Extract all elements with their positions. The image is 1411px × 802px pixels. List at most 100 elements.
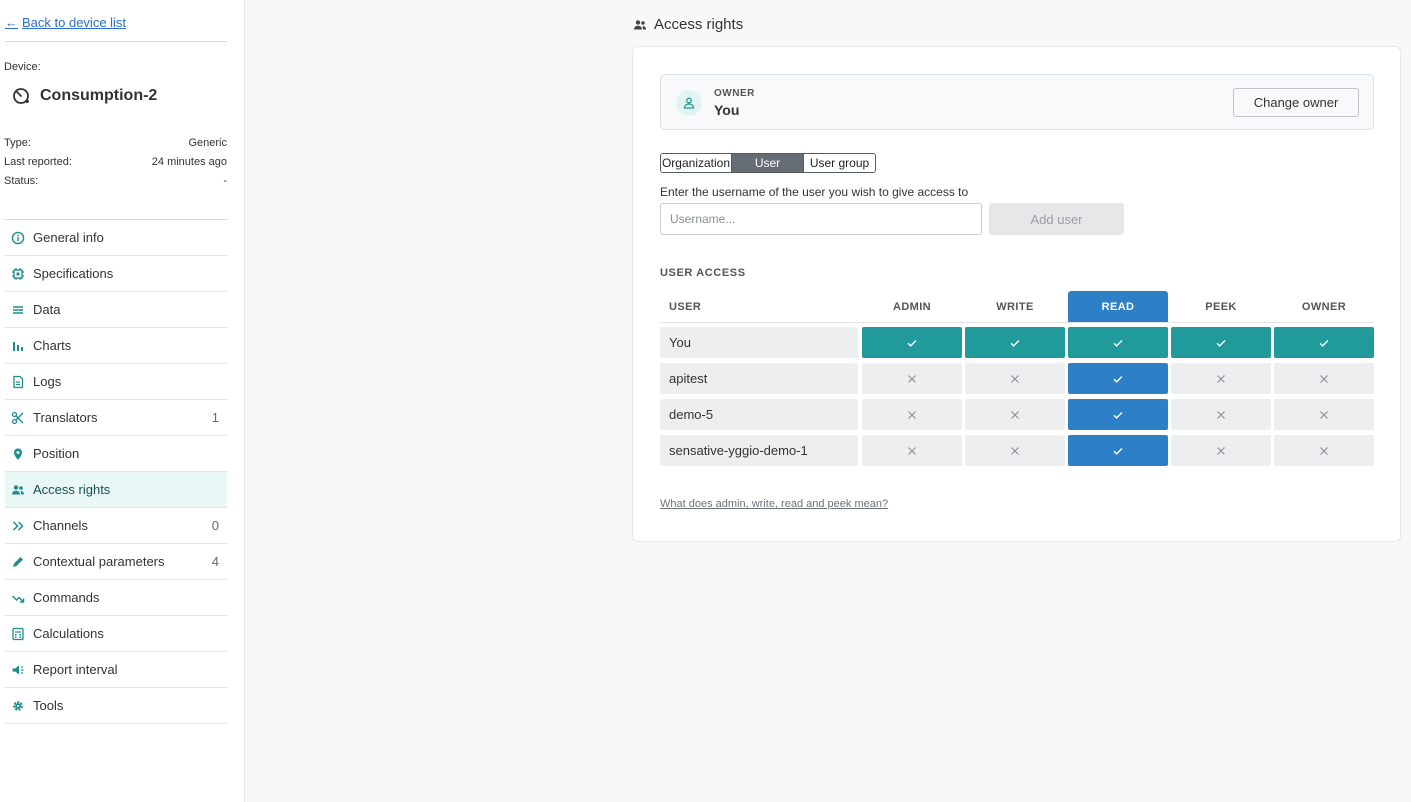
close-icon xyxy=(907,446,917,456)
close-icon xyxy=(1216,446,1226,456)
sidebar-nav: General info Specifications Data Charts … xyxy=(5,220,227,724)
sidebar-item-charts[interactable]: Charts xyxy=(5,328,227,364)
back-to-device-list-link[interactable]: ← Back to device list xyxy=(5,15,126,30)
device-name: Consumption-2 xyxy=(40,87,158,104)
check-icon xyxy=(1112,445,1124,457)
permission-cell-write[interactable] xyxy=(965,435,1065,466)
scissors-icon xyxy=(11,411,25,425)
meta-status-label: Status: xyxy=(4,175,39,187)
permission-cell-read[interactable] xyxy=(1068,363,1168,394)
sidebar-item-access-rights[interactable]: Access rights xyxy=(5,472,227,508)
check-icon xyxy=(1112,337,1124,349)
users-icon xyxy=(634,19,646,29)
owner-value: You xyxy=(714,102,740,118)
username-input[interactable] xyxy=(660,203,982,235)
check-icon xyxy=(906,337,918,349)
close-icon xyxy=(1010,374,1020,384)
permission-cell-owner[interactable] xyxy=(1274,399,1374,430)
permission-cell-owner[interactable] xyxy=(1274,435,1374,466)
sidebar-item-contextual-parameters[interactable]: Contextual parameters 4 xyxy=(5,544,227,580)
add-user-button[interactable]: Add user xyxy=(989,203,1124,235)
permission-cell-peek[interactable] xyxy=(1171,435,1271,466)
sidebar-item-report-interval[interactable]: Report interval xyxy=(5,652,227,688)
sidebar-item-count: 1 xyxy=(211,410,219,425)
column-header-owner: OWNER xyxy=(1301,300,1347,313)
permission-cell-peek[interactable] xyxy=(1171,363,1271,394)
sidebar-item-label: Access rights xyxy=(33,482,111,497)
trend-arrow-icon xyxy=(11,591,25,605)
sidebar-item-specifications[interactable]: Specifications xyxy=(5,256,227,292)
segment-user-group[interactable]: User group xyxy=(803,154,875,172)
permission-cell-peek[interactable] xyxy=(1171,399,1271,430)
table-row-user: sensative-yggio-demo-1 xyxy=(660,435,858,466)
meta-last-reported-value: 24 minutes ago xyxy=(151,156,227,168)
table-row-user: demo-5 xyxy=(660,399,858,430)
header-divider xyxy=(660,322,1374,323)
sidebar-item-position[interactable]: Position xyxy=(5,436,227,472)
document-icon xyxy=(11,375,25,389)
gauge-icon xyxy=(13,88,29,104)
username-hint: Enter the username of the user you wish … xyxy=(660,185,969,199)
meta-last-reported-label: Last reported: xyxy=(4,156,72,168)
lines-icon xyxy=(11,303,25,317)
permission-cell-read[interactable] xyxy=(1068,435,1168,466)
column-header-user: USER xyxy=(669,300,702,313)
segment-organization[interactable]: Organization xyxy=(661,154,732,172)
sidebar-item-label: Commands xyxy=(33,590,100,605)
sidebar-item-label: Contextual parameters xyxy=(33,554,165,569)
meta-type-value: Generic xyxy=(188,137,227,149)
access-rights-card: OWNER You Change owner Organization User… xyxy=(632,46,1401,542)
column-header-peek: PEEK xyxy=(1205,300,1237,313)
segment-user[interactable]: User xyxy=(732,154,803,172)
permission-cell-write[interactable] xyxy=(965,363,1065,394)
permission-cell-owner[interactable] xyxy=(1274,363,1374,394)
permission-cell-read[interactable] xyxy=(1068,399,1168,430)
permission-cell-admin[interactable] xyxy=(862,399,962,430)
sidebar-item-calculations[interactable]: Calculations xyxy=(5,616,227,652)
sidebar-item-label: Tools xyxy=(33,698,64,713)
column-header-write: WRITE xyxy=(996,300,1034,313)
permission-cell-admin[interactable] xyxy=(862,435,962,466)
owner-label: OWNER xyxy=(714,88,755,99)
user-access-title: USER ACCESS xyxy=(660,267,746,279)
column-header-read: READ xyxy=(1068,291,1168,322)
sidebar-item-label: Logs xyxy=(33,374,62,389)
sidebar-item-label: Specifications xyxy=(33,266,114,281)
close-icon xyxy=(1216,410,1226,420)
change-owner-button[interactable]: Change owner xyxy=(1233,88,1359,117)
sidebar-item-label: Calculations xyxy=(33,626,104,641)
meta-status-value: - xyxy=(223,175,227,187)
table-row-user: You xyxy=(660,327,858,358)
sidebar-item-logs[interactable]: Logs xyxy=(5,364,227,400)
check-icon xyxy=(1112,409,1124,421)
sidebar-item-commands[interactable]: Commands xyxy=(5,580,227,616)
users-icon xyxy=(11,483,25,497)
sidebar-item-label: General info xyxy=(33,230,104,245)
sidebar-item-general-info[interactable]: General info xyxy=(5,220,227,256)
permission-cell-write[interactable] xyxy=(965,327,1065,358)
bar-chart-icon xyxy=(11,339,25,353)
permission-cell-owner[interactable] xyxy=(1274,327,1374,358)
sidebar-item-channels[interactable]: Channels 0 xyxy=(5,508,227,544)
access-type-segmented-control: Organization User User group xyxy=(660,153,876,173)
sidebar-item-translators[interactable]: Translators 1 xyxy=(5,400,227,436)
device-title: Consumption-2 xyxy=(12,86,157,106)
meta-last-reported: Last reported: 24 minutes ago xyxy=(4,156,227,168)
sidebar-item-data[interactable]: Data xyxy=(5,292,227,328)
permission-cell-read[interactable] xyxy=(1068,327,1168,358)
permission-cell-write[interactable] xyxy=(965,399,1065,430)
permission-cell-admin[interactable] xyxy=(862,327,962,358)
back-link-label: Back to device list xyxy=(22,15,127,30)
permission-cell-admin[interactable] xyxy=(862,363,962,394)
sidebar-item-label: Translators xyxy=(33,410,98,425)
arrow-left-icon: ← xyxy=(5,15,18,30)
check-icon xyxy=(1318,337,1330,349)
close-icon xyxy=(1319,446,1329,456)
permissions-help-link[interactable]: What does admin, write, read and peek me… xyxy=(660,498,888,510)
user-icon xyxy=(676,90,702,116)
location-pin-icon xyxy=(11,447,25,461)
permission-cell-peek[interactable] xyxy=(1171,327,1271,358)
pencil-icon xyxy=(11,555,25,569)
sidebar-item-label: Position xyxy=(33,446,80,461)
sidebar-item-tools[interactable]: Tools xyxy=(5,688,227,724)
